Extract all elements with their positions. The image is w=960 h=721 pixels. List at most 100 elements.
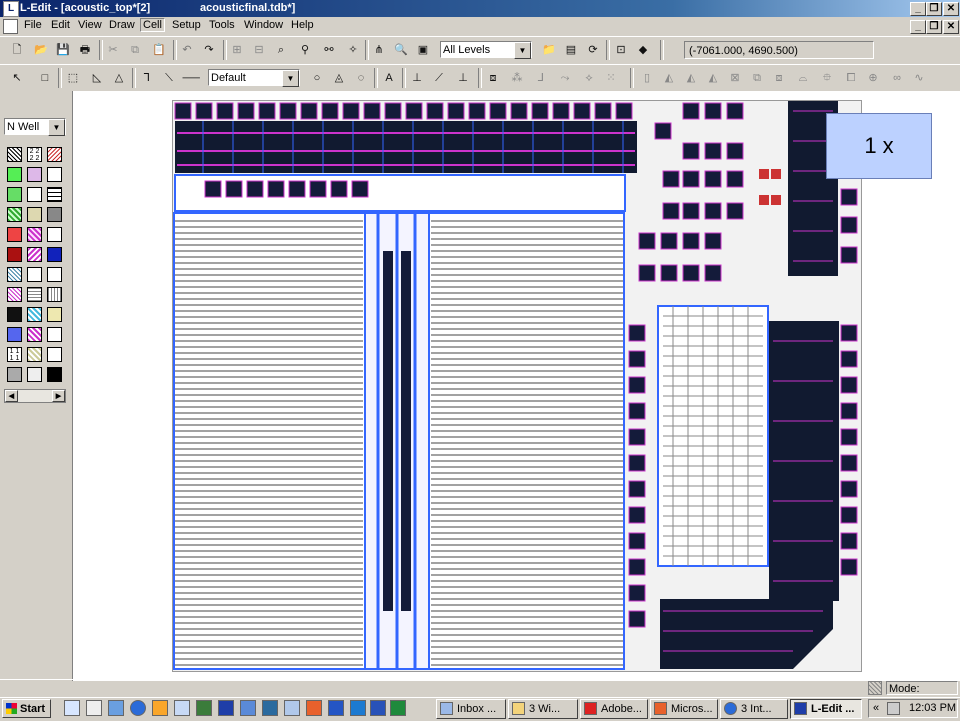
wand-icon[interactable]: ✧: [344, 41, 362, 59]
quicklaunch-app-icon[interactable]: [196, 700, 212, 716]
layer-swatch[interactable]: 2 22 2: [27, 147, 42, 162]
open-cell-icon[interactable]: 📁: [540, 41, 558, 59]
triangle-tool-icon[interactable]: △: [110, 69, 128, 87]
layer-swatch[interactable]: [27, 287, 42, 302]
task-ledit[interactable]: L-Edit ...: [790, 699, 862, 719]
pie-tool-icon[interactable]: ◬: [330, 69, 348, 87]
paste-icon[interactable]: 📋: [150, 41, 168, 59]
doc-close-button[interactable]: ✕: [943, 20, 959, 34]
instance-icon[interactable]: ⧈: [484, 69, 502, 87]
find-next-icon[interactable]: ⚯: [320, 41, 338, 59]
chamfer-icon[interactable]: ⌓: [794, 69, 812, 87]
menu-help[interactable]: Help: [288, 19, 317, 31]
flip-icon[interactable]: ⅃: [532, 69, 550, 87]
layer-swatch[interactable]: [7, 367, 22, 382]
layer-swatch[interactable]: [27, 267, 42, 282]
wire-any-icon[interactable]: ⸺: [182, 69, 200, 87]
layer-swatch[interactable]: [7, 187, 22, 202]
layer-swatch[interactable]: [47, 247, 62, 262]
task-inbox[interactable]: Inbox ...: [436, 699, 506, 719]
undo-icon[interactable]: ↶: [178, 41, 196, 59]
style-select[interactable]: Default ▼: [208, 69, 300, 87]
quicklaunch-chart-icon[interactable]: [284, 700, 300, 716]
chip-layout[interactable]: [172, 100, 862, 672]
quicklaunch-vlc-icon[interactable]: [152, 700, 168, 716]
grid-dots-icon[interactable]: ⁙: [602, 69, 620, 87]
orthogonal-polygon-icon[interactable]: ◺: [88, 69, 106, 87]
layer-swatch[interactable]: [47, 287, 62, 302]
align-icon[interactable]: ▯: [638, 69, 656, 87]
port-text-icon[interactable]: A: [380, 69, 398, 87]
quicklaunch-dvd-icon[interactable]: [86, 700, 102, 716]
doc-restore-button[interactable]: ❐: [926, 20, 942, 34]
ruler-any-icon[interactable]: ⊥: [454, 69, 472, 87]
wire-ortho-icon[interactable]: ⅂: [138, 69, 156, 87]
menu-draw[interactable]: Draw: [106, 19, 138, 31]
ungroup-icon[interactable]: ⧈: [770, 69, 788, 87]
layer-swatch[interactable]: [7, 307, 22, 322]
circle-tool-icon[interactable]: ○: [308, 69, 326, 87]
layer-swatch[interactable]: [27, 367, 42, 382]
menu-view[interactable]: View: [75, 19, 105, 31]
menu-tools[interactable]: Tools: [206, 19, 238, 31]
zoom-out-icon[interactable]: ⊟: [250, 41, 268, 59]
magnify-icon[interactable]: 🔍: [392, 41, 410, 59]
zoom-in-icon[interactable]: ⊞: [228, 41, 246, 59]
layer-swatch[interactable]: [27, 207, 42, 222]
open-icon[interactable]: 📂: [32, 41, 50, 59]
start-button[interactable]: Start: [2, 699, 51, 718]
subtract-icon[interactable]: ⊠: [726, 69, 744, 87]
quicklaunch-ledit-icon[interactable]: [218, 700, 234, 716]
ruler-icon[interactable]: ⊥: [408, 69, 426, 87]
quicklaunch-tool-icon[interactable]: [262, 700, 278, 716]
menu-window[interactable]: Window: [241, 19, 286, 31]
box-tool-icon[interactable]: □: [36, 69, 54, 87]
hierarchy-icon[interactable]: ⋔: [370, 41, 388, 59]
layer-swatch[interactable]: [47, 147, 62, 162]
torus-tool-icon[interactable]: ◌: [352, 69, 370, 87]
copy-cell-icon[interactable]: ▤: [562, 41, 580, 59]
close-button[interactable]: ✕: [943, 2, 959, 16]
redo-icon[interactable]: ↷: [200, 41, 218, 59]
layer-swatch[interactable]: [47, 367, 62, 382]
slice-icon[interactable]: ⟡: [580, 69, 598, 87]
group-icon[interactable]: ⧉: [748, 69, 766, 87]
doc-minimize-button[interactable]: _: [910, 20, 926, 34]
scroll-right-icon[interactable]: ▶: [52, 390, 65, 402]
print-icon[interactable]: 🖶: [76, 41, 94, 59]
tray-app-icon[interactable]: [887, 702, 900, 715]
palette-scrollbar[interactable]: ◀ ▶: [4, 389, 66, 403]
nibble-icon[interactable]: ⯐: [818, 69, 836, 87]
ledit-app-icon[interactable]: L: [3, 1, 19, 17]
layer-swatch[interactable]: [7, 247, 22, 262]
drc-icon[interactable]: ⊡: [612, 41, 630, 59]
quicklaunch-ie-icon[interactable]: [130, 700, 146, 716]
chevron-down-icon[interactable]: ▼: [514, 42, 531, 59]
extract-icon[interactable]: ◆: [634, 41, 652, 59]
merge-icon[interactable]: ◭: [704, 69, 722, 87]
unify-icon[interactable]: ⊕: [864, 69, 882, 87]
ruler-45-icon[interactable]: ⟋: [430, 69, 448, 87]
layer-swatch[interactable]: [7, 287, 22, 302]
refresh-icon[interactable]: ⟳: [584, 41, 602, 59]
layer-swatch[interactable]: [27, 307, 42, 322]
layers-icon[interactable]: ▣: [414, 41, 432, 59]
copy-icon[interactable]: ⧉: [126, 41, 144, 59]
layer-select[interactable]: N Well ▼: [4, 118, 66, 136]
tray-expand-icon[interactable]: «: [873, 700, 879, 717]
quicklaunch-desktop-icon[interactable]: [64, 700, 80, 716]
task-adobe[interactable]: Adobe...: [580, 699, 648, 719]
layer-swatch[interactable]: [47, 207, 62, 222]
layer-swatch[interactable]: [27, 347, 42, 362]
layer-swatch[interactable]: [47, 187, 62, 202]
task-windows[interactable]: 3 Wi...: [508, 699, 578, 719]
quicklaunch-network-icon[interactable]: [240, 700, 256, 716]
layer-swatch[interactable]: [47, 307, 62, 322]
layer-swatch[interactable]: [7, 227, 22, 242]
save-icon[interactable]: 💾: [54, 41, 72, 59]
quicklaunch-w-icon[interactable]: [370, 700, 386, 716]
layer-swatch[interactable]: [27, 327, 42, 342]
layer-swatch[interactable]: [47, 347, 62, 362]
layer-swatch[interactable]: [27, 247, 42, 262]
quicklaunch-explorer-icon[interactable]: [108, 700, 124, 716]
